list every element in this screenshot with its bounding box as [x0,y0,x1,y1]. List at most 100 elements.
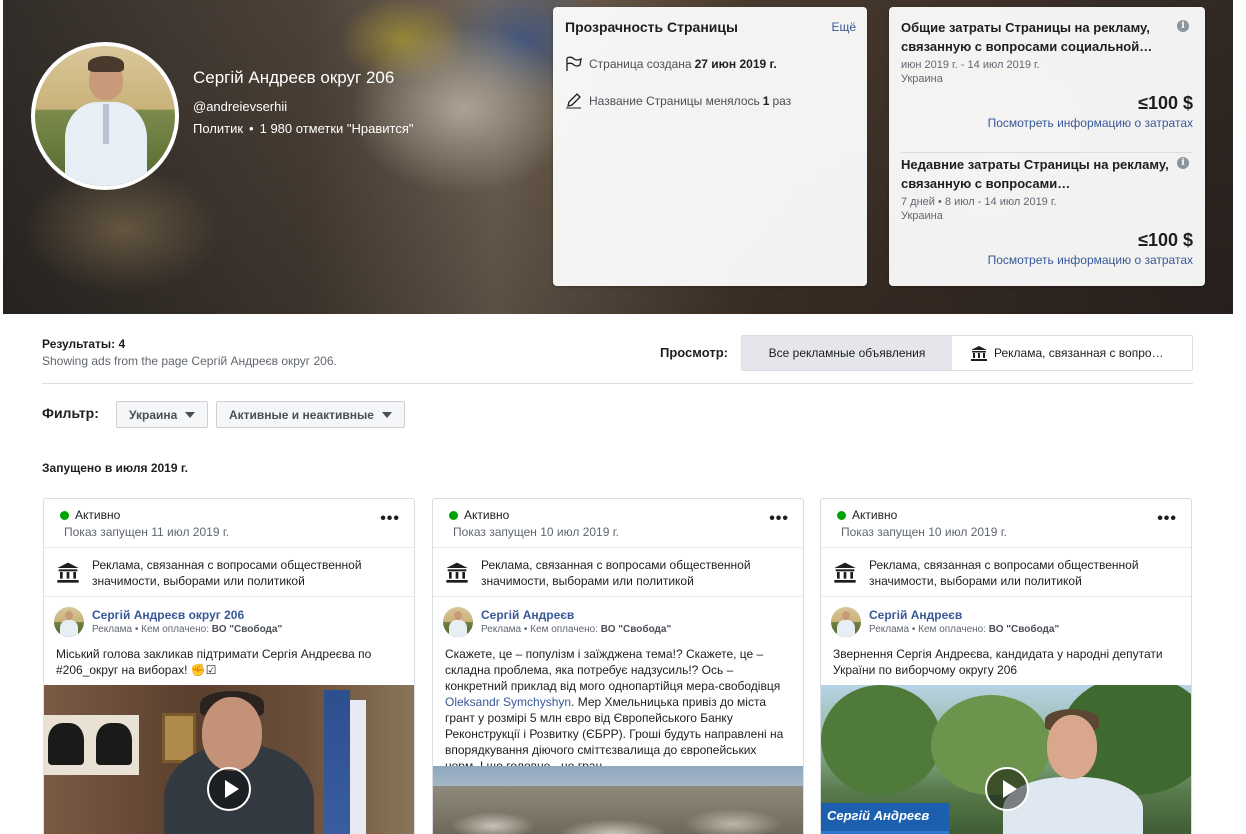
page-name[interactable]: Сергій Андреєв округ 206 [193,68,394,88]
government-building-icon [57,562,79,583]
advertiser-name-link[interactable]: Сергій Андреєв округ 206 [92,608,244,622]
ad-category-label: Реклама, связанная с вопросами обществен… [481,558,751,588]
divider [433,547,803,548]
advertiser-avatar[interactable] [443,607,473,637]
page-renamed-count: 1 [762,94,770,108]
page-created-label: Страница создана [589,57,692,71]
divider [821,596,1191,597]
total-spend-country: Украина [901,73,943,85]
page-likes: 1 980 отметки "Нравится" [259,121,414,136]
spend-divider [901,152,1193,153]
paid-by-prefix: Реклама • Кем оплачено: [92,624,209,635]
total-spend-details-link[interactable]: Посмотреть информацию о затратах [901,116,1193,130]
view-all-ads-button[interactable]: Все рекламные объявления [742,336,952,370]
more-options-icon[interactable]: ••• [769,511,789,527]
recent-spend-details-link[interactable]: Посмотреть информацию о затратах [901,253,1193,267]
ad-body-text: Звернення Сергія Андреєва, кандидата у н… [833,647,1163,677]
ad-text-part: Скажете, це – популізм і заїжджена тема!… [445,647,781,693]
ad-category: Реклама, связанная с вопросами обществен… [56,557,382,589]
info-icon[interactable]: i [1177,157,1189,169]
page-created-row: Страница создана 27 июн 2019 г. [565,56,780,72]
government-building-icon [971,346,987,361]
recent-spend-dates: 7 дней • 8 июл - 14 июл 2019 г. [901,196,1057,208]
total-spend-block: Общие затраты Страницы на рекламу, связа… [901,18,1193,130]
page-transparency-card: Прозрачность Страницы Ещё Страница созда… [553,7,867,286]
launched-heading: Запущено в июля 2019 г. [42,461,188,475]
advertiser-name-link[interactable]: Сергій Андреєв [481,608,574,622]
divider [44,547,414,548]
view-label: Просмотр: [660,345,728,360]
status-filter-value: Активные и неактивные [229,407,374,422]
ad-spend-card: Общие затраты Страницы на рекламу, связа… [889,7,1205,286]
ad-category: Реклама, связанная с вопросами обществен… [833,557,1159,589]
total-spend-title: Общие затраты Страницы на рекламу, связа… [901,20,1153,54]
transparency-more-link[interactable]: Ещё [831,20,856,34]
active-status-dot [60,510,69,520]
ad-category: Реклама, связанная с вопросами обществен… [445,557,771,589]
total-spend-dates: июн 2019 г. - 14 июл 2019 г. [901,59,1040,71]
ad-start-date: Показ запущен 10 июл 2019 г. [841,525,1007,539]
ad-body-text: Міський голова закликав підтримати Сергі… [56,647,372,677]
advertiser-avatar[interactable] [54,607,84,637]
more-options-icon[interactable]: ••• [1157,511,1177,527]
recent-spend-block: Недавние затраты Страницы на рекламу, св… [901,155,1193,267]
more-options-icon[interactable]: ••• [380,511,400,527]
ad-category-label: Реклама, связанная с вопросами обществен… [92,558,362,588]
ad-category-label: Реклама, связанная с вопросами обществен… [869,558,1139,588]
government-building-icon [834,562,856,583]
info-icon[interactable]: i [1177,20,1189,32]
edit-icon [566,93,581,109]
video-caption: Сергій Андреєв [821,803,949,831]
status-filter-dropdown[interactable]: Активные и неактивные [216,401,405,428]
view-toggle: Все рекламные объявления Реклама, связан… [741,335,1193,371]
recent-spend-amount: ≤100 $ [1138,230,1193,250]
active-status-dot [837,510,846,520]
page-renamed-row: Название Страницы менялось 1 раз [565,93,791,109]
ad-start-date: Показ запущен 10 июл 2019 г. [453,525,619,539]
page-created-date: 27 июн 2019 г. [694,57,777,71]
advertiser-name-link[interactable]: Сергій Андреєв [869,608,962,622]
country-filter-dropdown[interactable]: Украина [116,401,209,428]
paid-by-prefix: Реклама • Кем оплачено: [869,624,986,635]
ad-paid-by: Реклама • Кем оплачено: ВО "Свобода" [869,624,1059,635]
ad-paid-by: Реклама • Кем оплачено: ВО "Свобода" [481,624,671,635]
results-subtitle: Showing ads from the page Сергій Андреєв… [42,354,337,368]
page-avatar[interactable] [31,42,179,190]
recent-spend-title: Недавние затраты Страницы на рекламу, св… [901,157,1169,191]
caret-down-icon [185,411,196,418]
ad-card: Активно Показ запущен 11 июл 2019 г. •••… [43,498,415,834]
caret-down-icon [381,411,392,418]
page-meta: Политик • 1 980 отметки "Нравится" [193,121,414,136]
view-political-label: Реклама, связанная с вопро… [994,346,1164,360]
separator-dot: • [249,121,254,136]
page-avatar-image [35,46,175,186]
ad-video-thumbnail[interactable]: Сергій Андреєв [821,685,1191,834]
flag-icon [566,56,582,71]
page-renamed-label: Название Страницы менялось [589,94,760,108]
active-status-dot [449,510,458,520]
ad-status: Активно [449,508,509,522]
page-renamed-suffix: раз [772,94,792,108]
page-handle: @andreievserhii [193,99,288,114]
advertiser-avatar[interactable] [831,607,861,637]
play-icon[interactable] [985,767,1029,811]
divider [44,596,414,597]
results-count: Результаты: 4 [42,337,126,351]
view-political-ads-button[interactable]: Реклама, связанная с вопро… [952,336,1192,370]
ad-status-label: Активно [464,508,510,522]
ad-status: Активно [837,508,897,522]
mentioned-page-link[interactable]: Oleksandr Symchyshyn [445,695,571,709]
ad-image[interactable] [433,766,803,834]
government-building-icon [446,562,468,583]
ad-card: Активно Показ запущен 10 июл 2019 г. •••… [432,498,804,834]
total-spend-amount: ≤100 $ [1138,93,1193,113]
filter-label: Фильтр: [42,405,99,421]
video-caption-text: Сергій Андреєв [827,808,930,823]
ad-status-label: Активно [75,508,121,522]
page-category: Политик [193,121,244,136]
ad-video-thumbnail[interactable] [44,685,414,834]
ad-card: Активно Показ запущен 10 июл 2019 г. •••… [820,498,1192,834]
paid-by-prefix: Реклама • Кем оплачено: [481,624,598,635]
play-icon[interactable] [207,767,251,811]
paid-by-name: ВО "Свобода" [211,624,283,635]
